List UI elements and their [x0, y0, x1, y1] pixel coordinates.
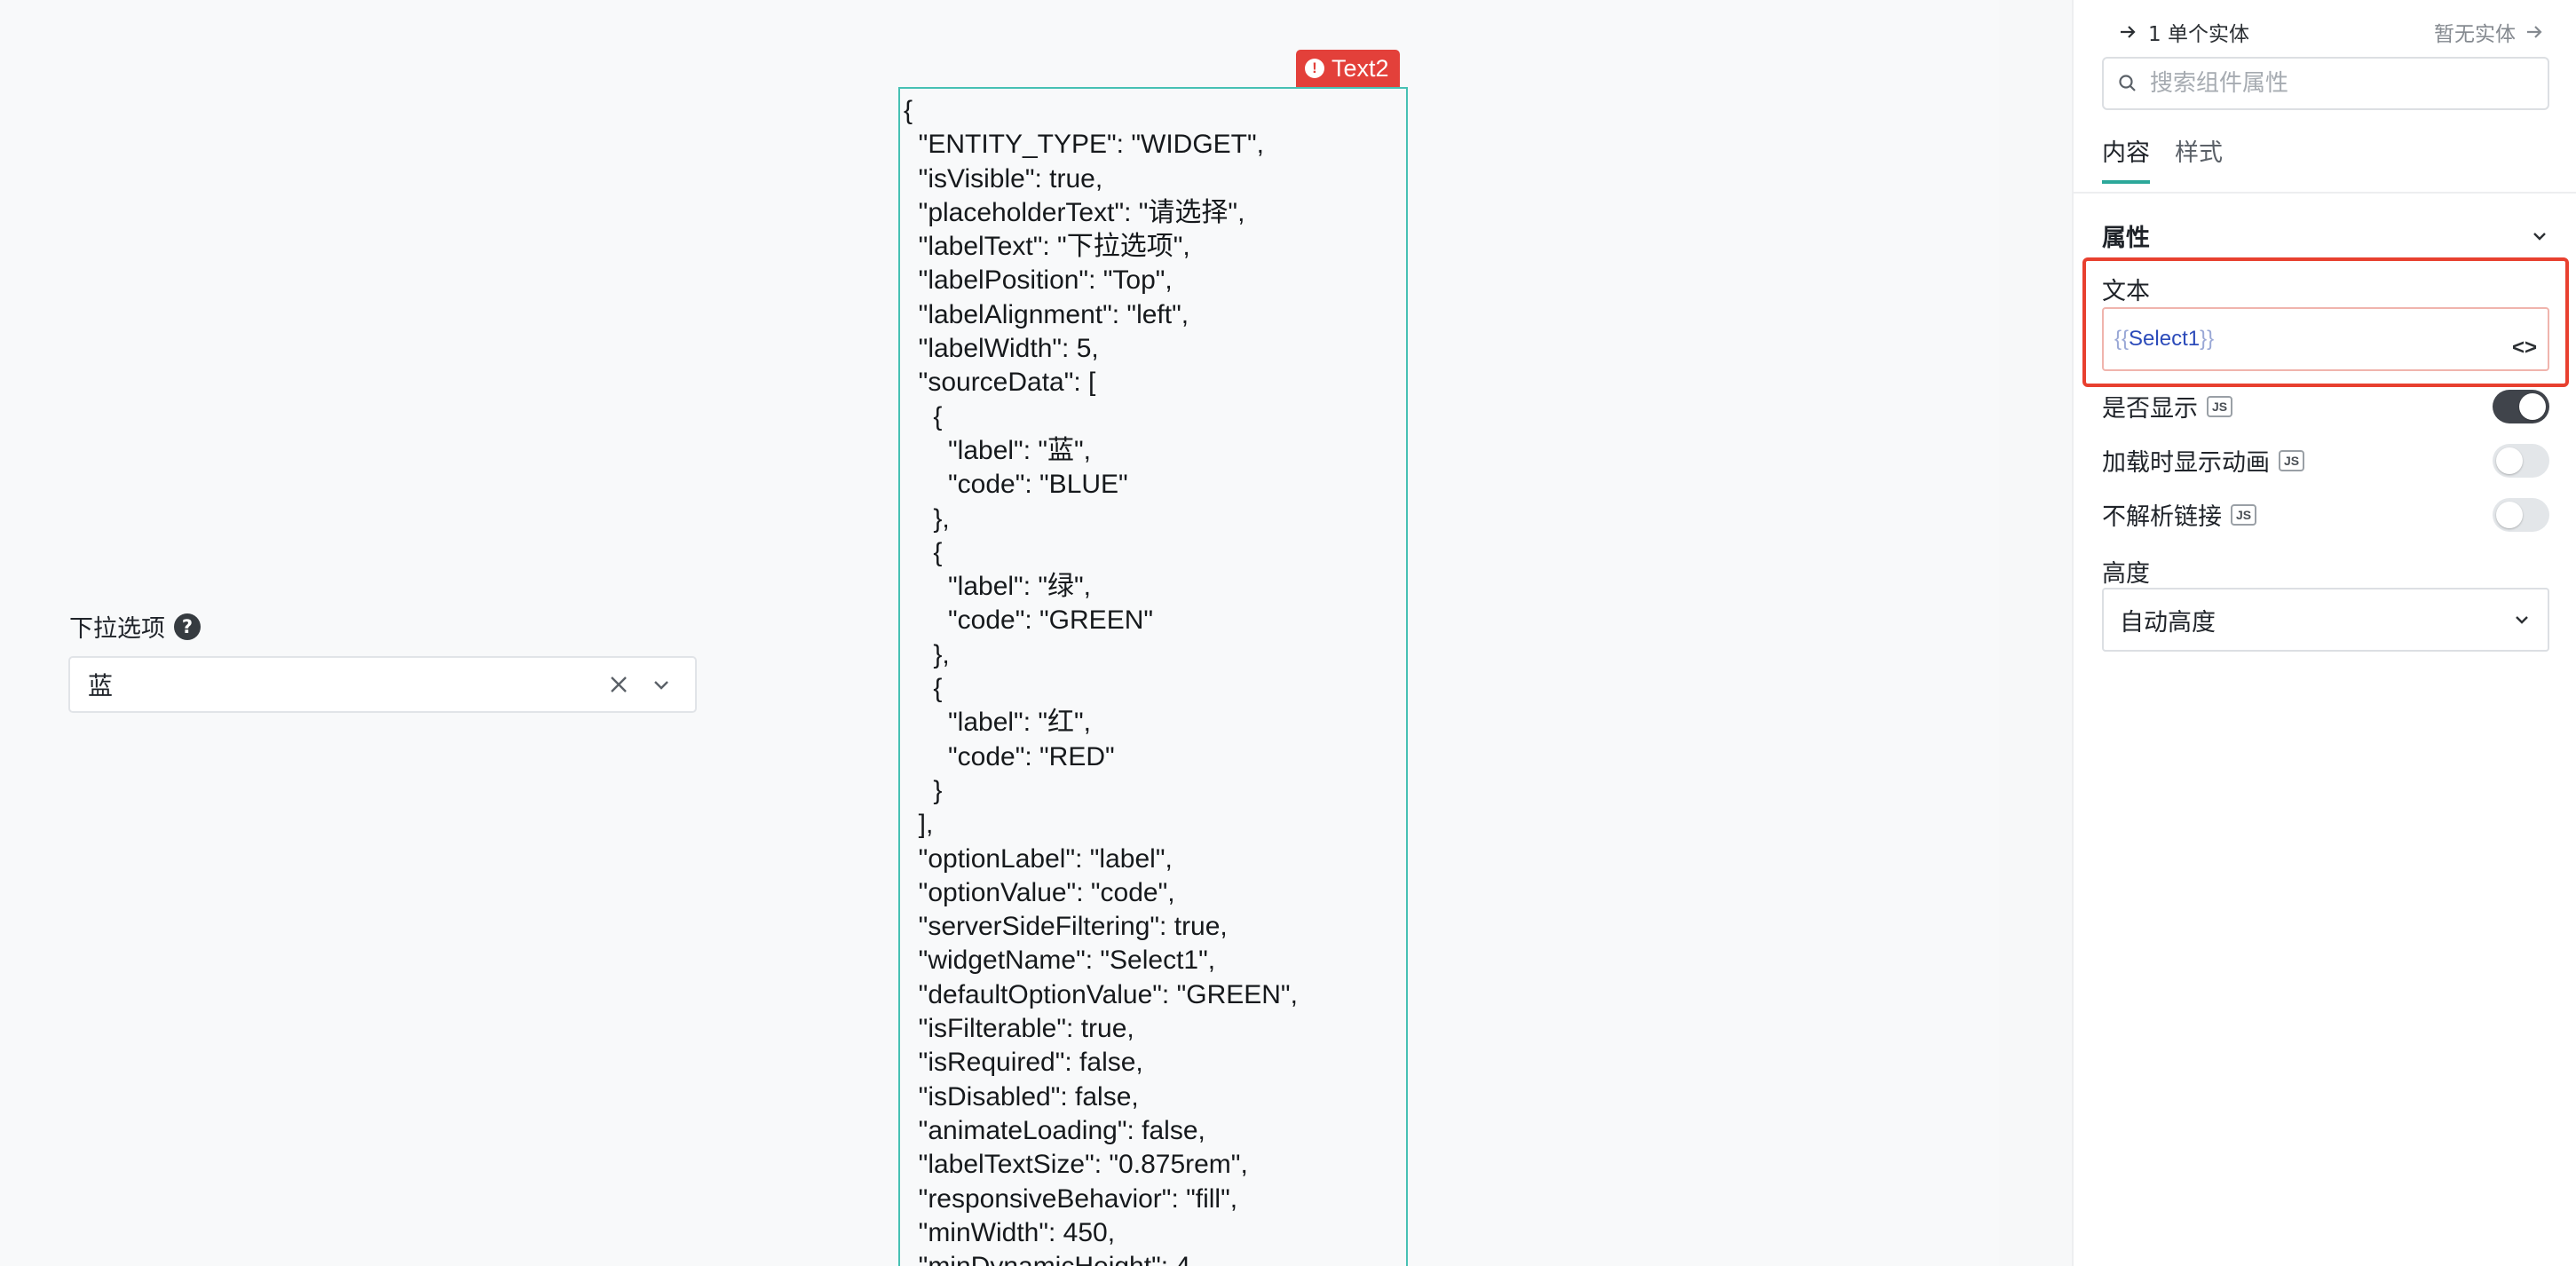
visible-toggle[interactable]	[2493, 389, 2549, 423]
widget-name-label: Text2	[1331, 54, 1389, 82]
prop-label-visible: 是否显示	[2102, 395, 2198, 423]
error-icon: !	[1305, 59, 1324, 78]
toggle-knob	[2496, 501, 2523, 528]
chevron-down-icon	[2516, 616, 2528, 624]
close-icon[interactable]	[603, 669, 635, 700]
select-label-row: 下拉选项 ?	[69, 609, 201, 644]
entity-next-link[interactable]: 暂无实体	[2434, 17, 2544, 47]
js-toggle-badge[interactable]: JS	[2279, 449, 2305, 471]
text-property-input[interactable]: {{Select1}} <>	[2102, 307, 2549, 371]
text-widget-content: { "ENTITY_TYPE": "WIDGET", "isVisible": …	[904, 96, 1298, 1266]
chevron-down-icon[interactable]	[645, 669, 677, 700]
select-dropdown[interactable]: 蓝	[68, 656, 697, 713]
entity-prev-label: 1 单个实体	[2148, 23, 2249, 46]
animate-loading-toggle[interactable]	[2493, 443, 2549, 478]
property-search-box[interactable]	[2102, 57, 2549, 110]
prop-label-wrap: 是否显示 JS	[2102, 389, 2233, 423]
disable-link-toggle[interactable]	[2493, 497, 2549, 532]
prop-label-wrap: 不解析链接 JS	[2102, 497, 2257, 532]
tab-content[interactable]: 内容	[2102, 133, 2150, 184]
prop-row-disable-link: 不解析链接 JS	[2102, 497, 2549, 532]
js-toggle-badge[interactable]: JS	[2207, 395, 2233, 417]
property-search-input[interactable]	[2150, 70, 2533, 97]
select-value: 蓝	[88, 671, 114, 700]
tab-style[interactable]: 样式	[2175, 133, 2223, 184]
arrow-right-icon	[2121, 26, 2136, 38]
prop-row-animate-loading: 加载时显示动画 JS	[2102, 443, 2549, 478]
select-label: 下拉选项	[69, 615, 165, 643]
search-icon	[2119, 75, 2136, 91]
canvas: 下拉选项 ? 蓝 ! Text2 { "ENTITY_TYPE": "WIDGE…	[0, 0, 1999, 1266]
section-header-properties[interactable]: 属性	[2102, 218, 2549, 253]
entity-next-label: 暂无实体	[2434, 23, 2516, 46]
binding-close-brace: }}	[2200, 327, 2215, 351]
entity-navigation: 1 单个实体 暂无实体	[2118, 16, 2544, 48]
question-circle-icon[interactable]: ?	[174, 613, 201, 640]
toggle-knob	[2496, 447, 2523, 474]
height-label: 高度	[2102, 560, 2150, 588]
prop-row-visible: 是否显示 JS	[2102, 389, 2549, 423]
property-panel: 1 单个实体 暂无实体 内容 样式 属性 文本 {{Select1}} <> 是…	[2072, 0, 2576, 1266]
section-title: 属性	[2102, 225, 2150, 252]
binding-name: Select1	[2129, 327, 2201, 351]
toggle-knob	[2519, 392, 2546, 420]
entity-prev-link[interactable]: 1 单个实体	[2118, 17, 2249, 47]
height-select[interactable]: 自动高度	[2102, 588, 2549, 652]
prop-label-wrap: 加载时显示动画 JS	[2102, 443, 2305, 478]
binding-open-brace: {{	[2114, 327, 2130, 351]
panel-tabs: 内容 样式	[2102, 133, 2223, 184]
prop-label-animate-loading: 加载时显示动画	[2102, 449, 2270, 477]
arrow-right-icon	[2527, 26, 2542, 38]
text-property-label: 文本	[2102, 278, 2150, 305]
js-toggle-badge[interactable]: JS	[2231, 503, 2257, 526]
code-toggle-icon[interactable]: <>	[2512, 336, 2537, 360]
text-property-value: {{Select1}}	[2114, 327, 2214, 352]
height-value: 自动高度	[2120, 608, 2216, 637]
prop-label-disable-link: 不解析链接	[2102, 503, 2222, 531]
text-widget[interactable]: { "ENTITY_TYPE": "WIDGET", "isVisible": …	[898, 87, 1408, 1266]
chevron-down-icon	[2533, 232, 2546, 241]
tabs-divider	[2074, 192, 2576, 194]
widget-name-tag[interactable]: ! Text2	[1296, 50, 1400, 87]
